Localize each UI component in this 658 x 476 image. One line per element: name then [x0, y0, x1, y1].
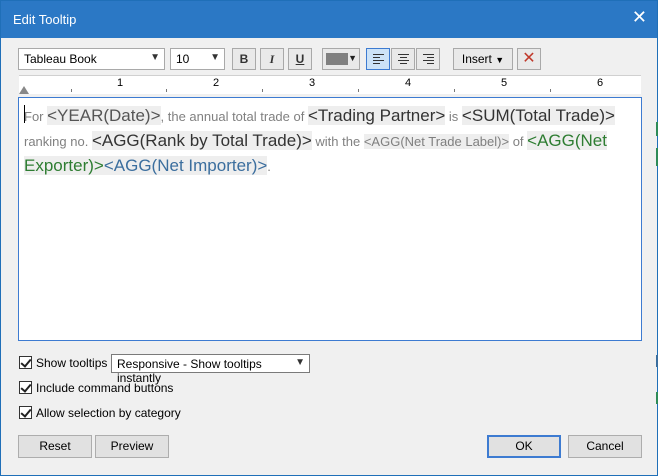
italic-button[interactable]: I — [260, 48, 284, 70]
ruler-label: 5 — [501, 77, 508, 89]
align-center-button[interactable] — [391, 48, 415, 70]
indent-marker[interactable] — [19, 86, 29, 94]
font-family-select[interactable]: Tableau Book ▼ — [18, 48, 165, 70]
show-tooltips-label: Show tooltips — [36, 356, 108, 370]
include-command-buttons-label: Include command buttons — [36, 381, 174, 395]
ok-button[interactable]: OK — [487, 435, 561, 458]
chevron-down-icon: ▼ — [295, 357, 305, 368]
close-icon[interactable]: ✕ — [632, 8, 647, 26]
static-text: For — [24, 109, 48, 124]
chevron-down-icon: ▼ — [348, 53, 357, 63]
align-right-icon — [423, 54, 434, 64]
align-left-icon — [373, 54, 384, 64]
ruler-label: 6 — [597, 77, 604, 89]
chevron-down-icon: ▼ — [150, 52, 160, 63]
field-net-trade-label: <AGG(Net Trade Label)> — [363, 134, 510, 149]
tooltip-mode-select[interactable]: Responsive - Show tooltips instantly ▼ — [111, 354, 310, 385]
show-tooltips-checkbox[interactable] — [19, 356, 32, 369]
color-swatch — [326, 53, 348, 65]
ruler: 1 2 3 4 5 6 — [19, 75, 641, 94]
ruler-label: 3 — [309, 77, 316, 89]
static-text: is — [445, 109, 462, 124]
ruler-label: 1 — [117, 77, 124, 89]
title-bar: Edit Tooltip ✕ — [1, 1, 657, 38]
tooltip-text-editor[interactable]: For <YEAR(Date)>, the annual total trade… — [18, 97, 642, 341]
clear-icon[interactable]: ✕ — [517, 48, 541, 70]
field-rank-total-trade: <AGG(Rank by Total Trade)> — [91, 131, 312, 150]
align-center-icon — [398, 54, 409, 64]
font-size-select[interactable]: 10 ▼ — [170, 48, 225, 70]
ruler-label: 2 — [213, 77, 220, 89]
align-left-button[interactable] — [366, 48, 390, 70]
cancel-button[interactable]: Cancel — [568, 435, 642, 458]
field-year-date: <YEAR(Date)> — [47, 106, 161, 125]
text-color-button[interactable]: ▼ — [322, 48, 360, 70]
insert-label: Insert — [461, 52, 492, 66]
field-sum-total-trade: <SUM(Total Trade)> — [461, 106, 615, 125]
ruler-label: 4 — [405, 77, 412, 89]
formatting-toolbar: Tableau Book ▼ 10 ▼ B I U ▼ Insert ▼ ✕ — [1, 48, 657, 72]
static-text: of — [509, 134, 528, 149]
insert-menu-button[interactable]: Insert ▼ — [453, 48, 513, 70]
bold-button[interactable]: B — [232, 48, 256, 70]
field-net-importer: <AGG(Net Importer)> — [103, 156, 268, 175]
chevron-down-icon: ▼ — [210, 52, 220, 63]
allow-selection-label: Allow selection by category — [36, 406, 181, 420]
static-text: . — [267, 159, 271, 174]
allow-selection-checkbox[interactable] — [19, 406, 32, 419]
underline-button[interactable]: U — [288, 48, 312, 70]
font-family-value: Tableau Book — [24, 52, 97, 66]
align-right-button[interactable] — [416, 48, 440, 70]
static-text: , the annual total trade of — [160, 109, 308, 124]
reset-button[interactable]: Reset — [18, 435, 92, 458]
preview-button[interactable]: Preview — [95, 435, 169, 458]
edit-tooltip-dialog: Edit Tooltip ✕ Tableau Book ▼ 10 ▼ B I U… — [0, 0, 658, 476]
include-command-buttons-checkbox[interactable] — [19, 381, 32, 394]
font-size-value: 10 — [176, 52, 190, 66]
field-trading-partner: <Trading Partner> — [307, 106, 446, 125]
static-text: with the — [311, 134, 364, 149]
dialog-title: Edit Tooltip — [13, 12, 77, 27]
static-text: ranking no. — [24, 134, 92, 149]
chevron-down-icon: ▼ — [495, 55, 505, 65]
